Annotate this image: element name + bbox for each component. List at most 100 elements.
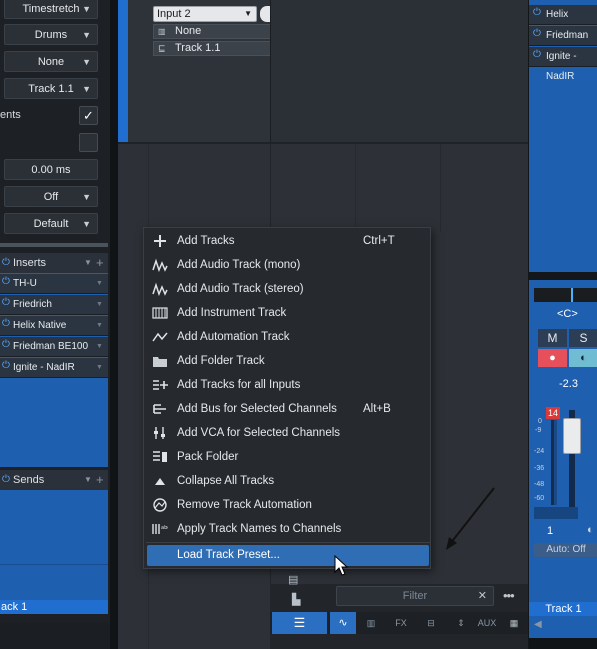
instrument-icon[interactable]: ▙ xyxy=(292,593,308,606)
aux-tab[interactable]: AUX xyxy=(474,612,500,634)
arrange-strip xyxy=(110,0,118,649)
power-icon[interactable]: ⏻ xyxy=(2,258,12,268)
power-icon[interactable]: ⏻ xyxy=(2,277,12,287)
chevron-down-icon[interactable]: ▼ xyxy=(84,253,92,273)
add-icon[interactable]: + xyxy=(96,470,104,490)
menu-item-collapse-all[interactable]: Collapse All Tracks xyxy=(144,469,432,493)
chevron-down-icon[interactable]: ▼ xyxy=(84,470,92,490)
menu-item-add-tracks-inputs[interactable]: Add Tracks for all Inputs xyxy=(144,373,432,397)
power-icon[interactable]: ⏻ xyxy=(2,340,12,350)
meter-scale-9: -9 xyxy=(535,427,542,434)
drums-dropdown[interactable]: Drums ▼ xyxy=(4,24,98,45)
power-icon[interactable]: ⏻ xyxy=(2,298,12,308)
track-dropdown[interactable]: Track 1.1 ▼ xyxy=(4,78,98,99)
menu-item-add-tracks[interactable]: Add Tracks Ctrl+T xyxy=(144,229,432,253)
menu-item-apply-names[interactable]: abc Apply Track Names to Channels xyxy=(144,517,432,541)
insert-slot[interactable]: ⏻Friedman BE100 xyxy=(529,26,597,61)
menu-item-add-automation[interactable]: Add Automation Track xyxy=(144,325,432,349)
right-channel: ⏻Helix Native ⏻Friedman BE100 ⏻Ignite - … xyxy=(528,0,597,649)
track-color-strip xyxy=(118,0,128,142)
record-button[interactable]: ● xyxy=(538,349,567,367)
waveform-icon[interactable]: ∿ xyxy=(330,612,356,634)
link-icon[interactable]: ◐ xyxy=(587,524,594,536)
chevron-down-icon: ▼ xyxy=(96,364,103,371)
list-icon: ▥ xyxy=(158,27,166,36)
track-row-none[interactable]: ▥ None xyxy=(153,24,273,39)
meter-scale-0: 0 xyxy=(538,418,542,425)
menu-item-add-folder[interactable]: Add Folder Track xyxy=(144,349,432,373)
pan-slider[interactable] xyxy=(534,288,597,302)
menu-item-add-audio-mono[interactable]: Add Audio Track (mono) xyxy=(144,253,432,277)
annotation-arrow xyxy=(446,487,495,550)
inserts-header: ⏻ Inserts ▼ + xyxy=(0,253,108,273)
insert-slot[interactable]: ⏻Helix Native xyxy=(529,5,597,40)
volume-value[interactable]: -2.3 xyxy=(559,378,578,390)
insert-slot[interactable]: ⏻ Friedrich ▼ xyxy=(0,295,108,315)
list-view-icon[interactable]: ☰ xyxy=(272,612,327,634)
default-dropdown[interactable]: Default ▼ xyxy=(4,213,98,234)
menu-item-add-instrument[interactable]: Add Instrument Track xyxy=(144,301,432,325)
off-dropdown[interactable]: Off ▼ xyxy=(4,186,98,207)
power-icon[interactable]: ⏻ xyxy=(2,475,12,485)
inspector-scrollbar[interactable] xyxy=(0,243,108,247)
bypass-box[interactable] xyxy=(534,507,578,519)
filter-input[interactable]: Filter ✕ xyxy=(336,586,494,606)
add-icon[interactable]: + xyxy=(96,253,104,273)
checkbox-empty[interactable] xyxy=(79,133,98,152)
solo-button[interactable]: S xyxy=(569,329,597,347)
volume-fader[interactable] xyxy=(563,418,581,454)
browser-icon[interactable]: ▤ xyxy=(288,573,306,586)
menu-item-pack-folder[interactable]: Pack Folder xyxy=(144,445,432,469)
sends-divider xyxy=(0,564,108,565)
inserts-title: Inserts xyxy=(13,257,47,269)
checkbox-checked[interactable]: ✓ xyxy=(79,106,98,125)
power-icon[interactable]: ⏻ xyxy=(533,8,543,18)
input-select[interactable]: Input 2 ▼ xyxy=(153,6,257,22)
monitor-button[interactable]: ◐ xyxy=(569,349,597,367)
bus-icon[interactable]: ⊟ xyxy=(418,612,444,634)
power-icon[interactable]: ⏻ xyxy=(533,29,543,39)
fx-tab[interactable]: FX xyxy=(388,612,414,634)
inserts-panel: ⏻ Inserts ▼ + ⏻ TH-U ▼ ⏻ Friedrich ▼ ⏻ Helix … xyxy=(0,253,108,467)
mute-button[interactable]: M xyxy=(538,329,567,347)
menu-item-remove-automation[interactable]: Remove Track Automation xyxy=(144,493,432,517)
chevron-down-icon: ▼ xyxy=(82,57,91,67)
vca-icon xyxy=(154,427,165,439)
vca-icon[interactable]: ⇕ xyxy=(448,612,474,634)
delay-field[interactable]: 0.00 ms xyxy=(4,159,98,180)
pack-folder-icon xyxy=(153,451,167,462)
channel-name[interactable]: Track 1 xyxy=(529,602,597,616)
mixer-scrollbar[interactable] xyxy=(529,638,597,649)
timestretch-dropdown[interactable]: Timestretch ▼ xyxy=(4,0,98,19)
menu-separator xyxy=(146,542,430,543)
insert-slot[interactable]: ⏻ Helix Native ▼ xyxy=(0,316,108,336)
insert-slot[interactable]: ⏻ Ignite - NadIR xyxy=(529,47,597,82)
channel-number: 1 xyxy=(547,525,554,537)
power-icon[interactable]: ⏻ xyxy=(2,319,12,329)
insert-slot[interactable]: ⏻ Ignite - NadIR ▼ xyxy=(0,358,108,378)
track-header: Input 2 ▼ ▥ None ⊑ Track 1.1 xyxy=(150,0,273,62)
scroll-left-icon[interactable]: ◀ xyxy=(534,619,542,630)
clear-icon[interactable]: ✕ xyxy=(478,587,487,605)
automation-mode[interactable]: Auto: Off xyxy=(534,543,597,557)
power-icon[interactable]: ⏻ xyxy=(533,50,543,60)
channel-divider xyxy=(529,272,597,280)
pan-value[interactable]: <C> xyxy=(557,308,578,320)
menu-item-add-bus[interactable]: Add Bus for Selected Channels Alt+B xyxy=(144,397,432,421)
remove-automation-icon xyxy=(153,498,167,512)
insert-slot[interactable]: ⏻ TH-U ▼ xyxy=(0,274,108,294)
lane-divider xyxy=(118,142,528,144)
menu-item-add-vca[interactable]: Add VCA for Selected Channels xyxy=(144,421,432,445)
keyboard-icon[interactable]: ▥ xyxy=(358,612,384,634)
inspector-channel-name[interactable]: ack 1 xyxy=(0,600,108,614)
add-tracks-inputs-icon xyxy=(153,380,168,390)
menu-item-load-preset[interactable]: Load Track Preset... xyxy=(147,545,429,566)
meter-level xyxy=(554,420,557,505)
insert-slot[interactable]: ⏻ Friedman BE100 ▼ xyxy=(0,337,108,357)
none-dropdown[interactable]: None ▼ xyxy=(4,51,98,72)
grid-icon[interactable]: ▦ xyxy=(502,612,526,634)
menu-item-add-audio-stereo[interactable]: Add Audio Track (stereo) xyxy=(144,277,432,301)
track-row-track[interactable]: ⊑ Track 1.1 xyxy=(153,41,273,56)
power-icon[interactable]: ⏻ xyxy=(2,361,12,371)
more-icon[interactable]: ••• xyxy=(503,588,515,603)
